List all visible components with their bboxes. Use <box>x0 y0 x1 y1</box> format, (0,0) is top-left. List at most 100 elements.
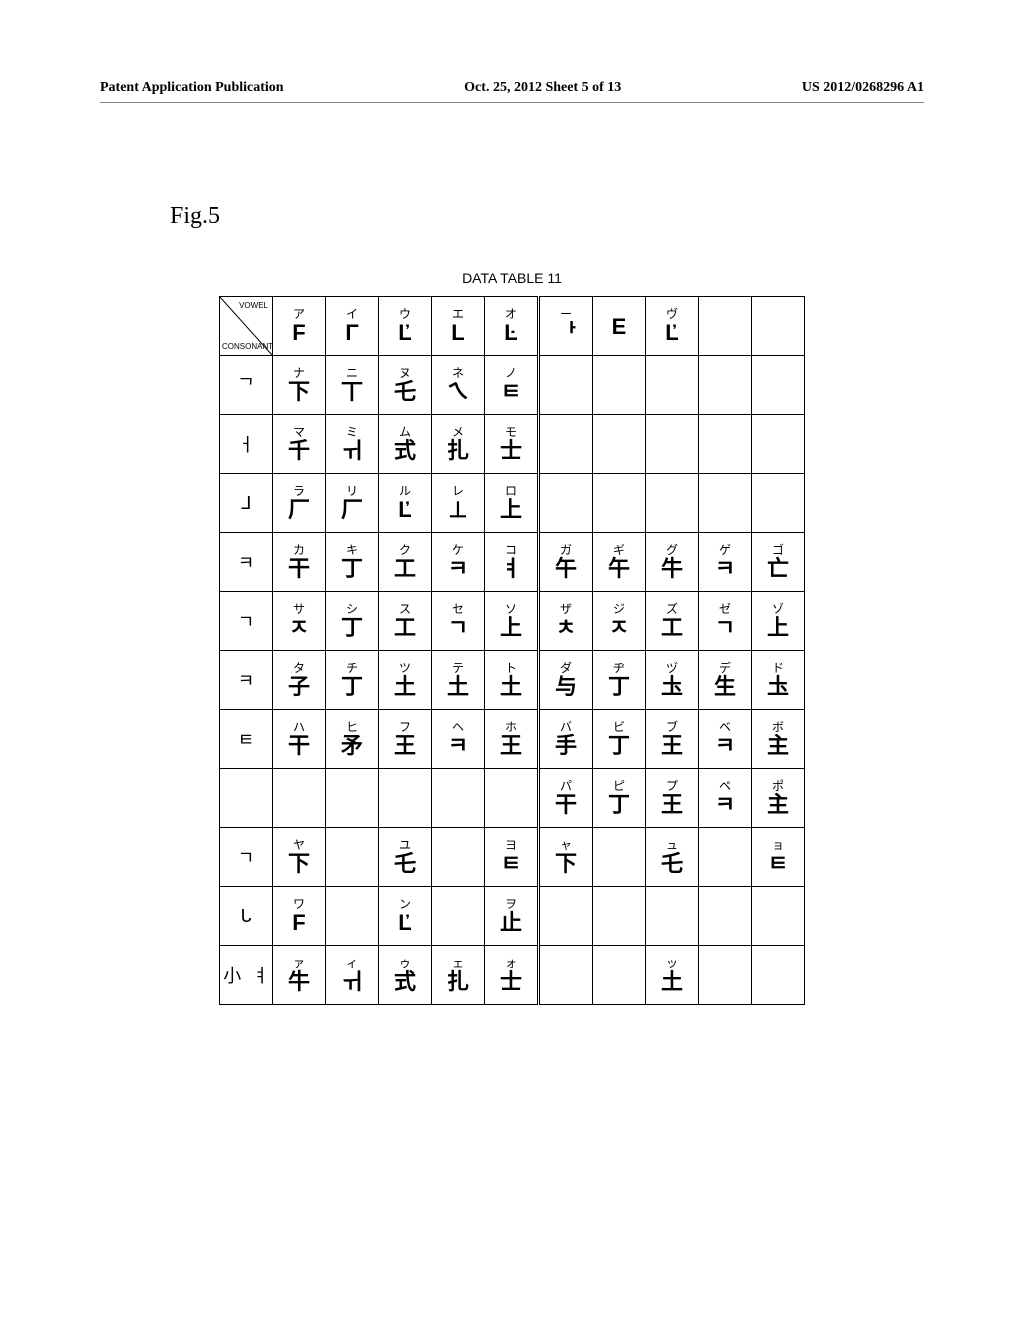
table-cell: ルĽ <box>379 474 432 533</box>
table-cell <box>432 828 485 887</box>
table-cell: ナ下 <box>273 356 326 415</box>
table-cell: ャ下 <box>539 828 593 887</box>
table-cell: サㅈ <box>273 592 326 651</box>
table-cell: フ王 <box>379 710 432 769</box>
table-cell: ガ午 <box>539 533 593 592</box>
table-cell: ピ丁 <box>593 769 646 828</box>
table-cell: メ扎 <box>432 415 485 474</box>
table-cell: ョㅌ <box>752 828 805 887</box>
table-cell <box>646 356 699 415</box>
table-cell: ァ牛 <box>273 946 326 1005</box>
page-header: Patent Application Publication Oct. 25, … <box>100 80 924 103</box>
table-cell: ソ上 <box>485 592 539 651</box>
table-cell <box>752 474 805 533</box>
table-cell: ノㅌ <box>485 356 539 415</box>
table-cell: ネㄟ <box>432 356 485 415</box>
col-header <box>752 297 805 356</box>
table-cell <box>752 946 805 1005</box>
table-cell <box>752 356 805 415</box>
table-cell <box>539 474 593 533</box>
table-cell: ギ午 <box>593 533 646 592</box>
table-cell <box>432 887 485 946</box>
table-cell: ヨㅌ <box>485 828 539 887</box>
table-cell <box>699 415 752 474</box>
col-header: エL <box>432 297 485 356</box>
table-cell <box>593 474 646 533</box>
table-cell: タ子 <box>273 651 326 710</box>
table-cell <box>379 769 432 828</box>
table-cell: コㅕ <box>485 533 539 592</box>
table-cell: ニ丅 <box>326 356 379 415</box>
table-cell: ロ上 <box>485 474 539 533</box>
table-cell <box>752 415 805 474</box>
row-header: ᄀ <box>220 356 273 415</box>
table-cell: ダ与 <box>539 651 593 710</box>
table-cell: ッ土 <box>646 946 699 1005</box>
table-cell: ゴ亡 <box>752 533 805 592</box>
table-cell <box>593 415 646 474</box>
vowel-label: VOWEL <box>239 301 268 310</box>
table-cell: ジㅈ <box>593 592 646 651</box>
table-cell: ゲㅋ <box>699 533 752 592</box>
row-header: ᒐ <box>220 887 273 946</box>
table-cell: ヂ丁 <box>593 651 646 710</box>
row-header: ㄱ <box>220 592 273 651</box>
table-cell: ミㅟ <box>326 415 379 474</box>
table-cell: ベㅋ <box>699 710 752 769</box>
table-cell: ハ干 <box>273 710 326 769</box>
table-cell: ビ丁 <box>593 710 646 769</box>
row-header: ㅌ <box>220 710 273 769</box>
table-cell <box>539 946 593 1005</box>
table-cell: ユ乇 <box>379 828 432 887</box>
table-cell: ス工 <box>379 592 432 651</box>
data-table: VOWELCONSONANTアFイΓウĽエLオĿーᅡEヴĽᄀナ下ニ丅ヌ乇ネㄟノㅌ… <box>219 296 805 1005</box>
figure-label: Fig.5 <box>170 203 924 230</box>
table-cell: ワF <box>273 887 326 946</box>
table-cell: ヌ乇 <box>379 356 432 415</box>
col-header: E <box>593 297 646 356</box>
table-cell <box>699 356 752 415</box>
table-cell: モ士 <box>485 415 539 474</box>
table-cell: ポ主 <box>752 769 805 828</box>
table-cell: ク工 <box>379 533 432 592</box>
table-cell: デ生 <box>699 651 752 710</box>
table-cell: ォ士 <box>485 946 539 1005</box>
table-cell: ペㅋ <box>699 769 752 828</box>
table-cell: ンĽ <box>379 887 432 946</box>
table-cell: ラ厂 <box>273 474 326 533</box>
table-cell: マ千 <box>273 415 326 474</box>
table-cell: シ丁 <box>326 592 379 651</box>
table-cell: ヒ矛 <box>326 710 379 769</box>
table-cell <box>539 356 593 415</box>
table-cell: セㄱ <box>432 592 485 651</box>
table-cell: ゼㄱ <box>699 592 752 651</box>
row-header: ㄱ <box>220 828 273 887</box>
table-cell <box>593 887 646 946</box>
table-cell: ホ王 <box>485 710 539 769</box>
row-header: ㅋ <box>220 533 273 592</box>
col-header: アF <box>273 297 326 356</box>
data-table-title: DATA TABLE 11 <box>100 270 924 286</box>
table-cell <box>593 356 646 415</box>
table-cell: ヤ下 <box>273 828 326 887</box>
row-header: 小 ㅕ <box>220 946 273 1005</box>
table-cell <box>646 474 699 533</box>
col-header: イΓ <box>326 297 379 356</box>
col-header: オĿ <box>485 297 539 356</box>
header-left: Patent Application Publication <box>100 80 284 96</box>
table-cell: ュ乇 <box>646 828 699 887</box>
table-cell <box>699 474 752 533</box>
table-cell <box>593 946 646 1005</box>
table-cell: バ手 <box>539 710 593 769</box>
table-cell: ズ工 <box>646 592 699 651</box>
table-cell <box>485 769 539 828</box>
table-cell <box>646 887 699 946</box>
table-cell: ケㅋ <box>432 533 485 592</box>
table-cell <box>539 887 593 946</box>
table-cell: プ王 <box>646 769 699 828</box>
table-cell: パ干 <box>539 769 593 828</box>
table-cell <box>699 946 752 1005</box>
table-cell: レ⊥ <box>432 474 485 533</box>
table-cell: テ土 <box>432 651 485 710</box>
col-header: ヴĽ <box>646 297 699 356</box>
